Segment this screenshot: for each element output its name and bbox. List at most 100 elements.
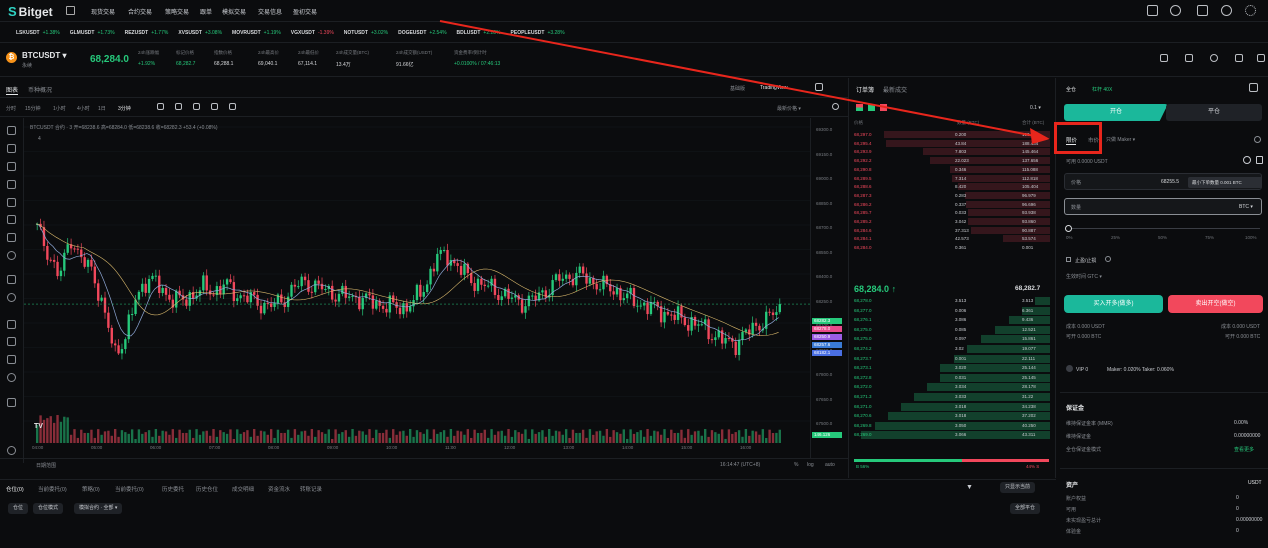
ticker-item[interactable]: PEOPLEUSDT +3.28% (511, 30, 565, 36)
bottom-tool-icon[interactable] (7, 446, 16, 455)
positions-tab[interactable]: 当前委托(0) (38, 485, 67, 493)
more-icon[interactable] (1257, 54, 1265, 62)
tab-coin-overview[interactable]: 币种概况 (28, 85, 52, 94)
ask-price[interactable]: 68,284.0 (854, 244, 872, 251)
ticker-item[interactable]: NOTUSDT +3.02% (344, 30, 388, 36)
tf-3m[interactable]: 3分钟 (118, 105, 131, 112)
candle-type-icon[interactable] (193, 103, 200, 110)
brush-icon[interactable] (7, 180, 16, 189)
close-all-button[interactable]: 全部平仓 (1010, 503, 1041, 514)
ask-price[interactable]: 68,287.3 (854, 192, 872, 199)
open-tab[interactable]: 开仓 (1064, 104, 1168, 121)
tf-line[interactable]: 分时 (6, 105, 16, 112)
lock-icon[interactable] (7, 355, 16, 364)
ask-price[interactable]: 68,284.1 (854, 235, 872, 242)
tf-1h[interactable]: 1小时 (53, 105, 66, 112)
pair-selector[interactable]: BTCUSDT ▾ (22, 51, 66, 60)
user-icon[interactable] (1170, 5, 1181, 16)
bid-price[interactable]: 68,275.0 (854, 335, 872, 342)
pattern-icon[interactable] (7, 215, 16, 224)
bid-price[interactable]: 68,275.0 (854, 326, 872, 333)
filter-icon[interactable]: ▼ (966, 484, 973, 491)
chip-positions[interactable]: 仓位 (8, 503, 29, 514)
crosshair-icon[interactable] (7, 126, 16, 135)
positions-tab[interactable]: 资金流水 (268, 485, 290, 493)
ask-price[interactable]: 68,285.2 (854, 218, 872, 225)
maker-only-dropdown[interactable]: 只做 Maker ▾ (1106, 136, 1135, 143)
tpsl-info-icon[interactable] (1105, 256, 1111, 262)
pct-50[interactable]: 50% (1158, 235, 1167, 240)
globe-icon[interactable] (1221, 5, 1232, 16)
book-mode-asks-icon[interactable] (880, 104, 887, 111)
fullscreen-icon[interactable] (815, 83, 823, 91)
chip-position-mode[interactable]: 仓位模式 (33, 503, 64, 514)
ticker-item[interactable]: GLMUSDT +1.73% (70, 30, 115, 36)
bid-price[interactable]: 68,269.0 (854, 431, 872, 438)
ticker-item[interactable]: VGXUSDT -1.39% (291, 30, 334, 36)
nav-demo[interactable]: 模拟交易 (222, 7, 246, 16)
percent-toggle[interactable]: % (794, 462, 798, 468)
calculator-icon[interactable] (1185, 54, 1193, 62)
ask-price[interactable]: 68,288.6 (854, 183, 872, 190)
buy-long-button[interactable]: 买入开多(做多) (1064, 295, 1163, 313)
chart-settings-icon[interactable] (832, 103, 839, 110)
positions-tab[interactable]: 策略(0) (82, 485, 100, 493)
ticker-item[interactable]: XVSUSDT +3.08% (178, 30, 222, 36)
ruler-icon[interactable] (7, 275, 16, 284)
chip-filter[interactable]: 模拟合约 · 全部 ▾ (74, 503, 123, 514)
tab-basic[interactable]: 基础版 (730, 85, 745, 92)
bid-price[interactable]: 68,273.1 (854, 364, 872, 371)
camera-icon[interactable] (229, 103, 236, 110)
auto-toggle[interactable]: auto (825, 462, 835, 468)
tf-15m[interactable]: 15分钟 (25, 105, 41, 112)
margin-row-value[interactable]: 查看更多 (1234, 446, 1254, 453)
info-icon[interactable] (1235, 54, 1243, 62)
fx-icon[interactable] (175, 103, 182, 110)
tab-orderbook[interactable]: 订单簿 (856, 85, 874, 94)
ticker-item[interactable]: REZUSDT +1.77% (125, 30, 169, 36)
date-range-button[interactable]: 日期范围 (36, 462, 56, 469)
bid-price[interactable]: 68,274.2 (854, 345, 872, 352)
ask-price[interactable]: 68,290.8 (854, 166, 872, 173)
nav-strategy[interactable]: 策略交易 (165, 7, 189, 16)
pct-100[interactable]: 100% (1245, 235, 1257, 240)
bid-price[interactable]: 68,273.7 (854, 355, 872, 362)
price-type-dropdown[interactable]: 最新价格 ▾ (777, 105, 801, 112)
indicator-icon[interactable] (157, 103, 164, 110)
bid-price[interactable]: 68,272.8 (854, 374, 872, 381)
layout-icon[interactable] (1160, 54, 1168, 62)
log-toggle[interactable]: log (807, 462, 814, 468)
positions-tab[interactable]: 转账记录 (300, 485, 322, 493)
ticker-item[interactable]: LSKUSDT +1.38% (16, 30, 60, 36)
quantity-input[interactable]: 数量 BTC ▾ (1064, 198, 1262, 215)
tpsl-checkbox[interactable] (1066, 257, 1071, 262)
ask-price[interactable]: 68,285.7 (854, 209, 872, 216)
ask-price[interactable]: 68,295.4 (854, 140, 872, 147)
ask-price[interactable]: 68,284.6 (854, 227, 872, 234)
bid-price[interactable]: 68,269.8 (854, 422, 872, 429)
show-current-toggle[interactable]: 只显示当前 (1000, 482, 1036, 493)
bid-price[interactable]: 68,276.1 (854, 316, 872, 323)
pct-0[interactable]: 0% (1066, 235, 1073, 240)
template-icon[interactable] (211, 103, 218, 110)
magnet-icon[interactable] (7, 320, 16, 329)
transfer-icon[interactable] (1243, 156, 1251, 164)
price-axis[interactable] (810, 118, 846, 458)
nav-spot[interactable]: 现货交易 (91, 7, 115, 16)
wallet-icon[interactable] (1147, 5, 1158, 16)
eye-icon[interactable] (7, 373, 16, 382)
zoom-icon[interactable] (7, 293, 16, 302)
nav-trade-info[interactable]: 交易信息 (258, 7, 282, 16)
trash-icon[interactable] (7, 398, 16, 407)
bid-price[interactable]: 68,270.6 (854, 412, 872, 419)
bid-price[interactable]: 68,272.0 (854, 383, 872, 390)
ask-price[interactable]: 68,289.5 (854, 175, 872, 182)
positions-tab[interactable]: 成交明细 (232, 485, 254, 493)
nav-extra[interactable]: 盈初交易 (293, 7, 317, 16)
tab-recent-trades[interactable]: 最新成交 (883, 85, 907, 94)
tab-tradingview[interactable]: TradingView (760, 85, 788, 91)
ticker-item[interactable]: BDLUSDT +2.28% (457, 30, 501, 36)
calculator-trade-icon[interactable] (1249, 83, 1258, 92)
ask-price[interactable]: 68,293.9 (854, 148, 872, 155)
emoji-icon[interactable] (7, 251, 16, 260)
